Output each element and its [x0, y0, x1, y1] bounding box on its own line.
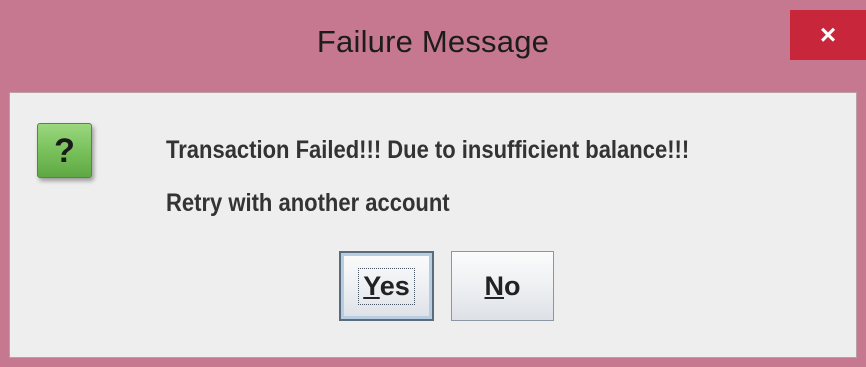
- message-line-2: Retry with another account: [166, 189, 450, 217]
- yes-button[interactable]: Yes: [339, 251, 434, 321]
- no-label-rest: o: [504, 270, 521, 301]
- no-button[interactable]: No: [451, 251, 554, 321]
- no-button-label: No: [485, 271, 521, 302]
- yes-mnemonic: Y: [363, 270, 380, 301]
- message-line-1: Transaction Failed!!! Due to insufficien…: [166, 136, 690, 164]
- close-button[interactable]: ×: [790, 10, 866, 60]
- close-icon: ×: [819, 19, 837, 50]
- no-mnemonic: N: [484, 270, 505, 301]
- dialog-window: Failure Message × ? Transaction Failed!!…: [0, 0, 866, 367]
- question-icon-glyph: ?: [54, 131, 75, 170]
- title-bar[interactable]: Failure Message ×: [0, 0, 866, 90]
- yes-button-label: Yes: [358, 267, 415, 305]
- dialog-content: ? Transaction Failed!!! Due to insuffici…: [9, 92, 857, 358]
- dialog-title: Failure Message: [316, 24, 550, 59]
- question-icon: ?: [37, 123, 92, 178]
- yes-label-rest: es: [379, 270, 410, 301]
